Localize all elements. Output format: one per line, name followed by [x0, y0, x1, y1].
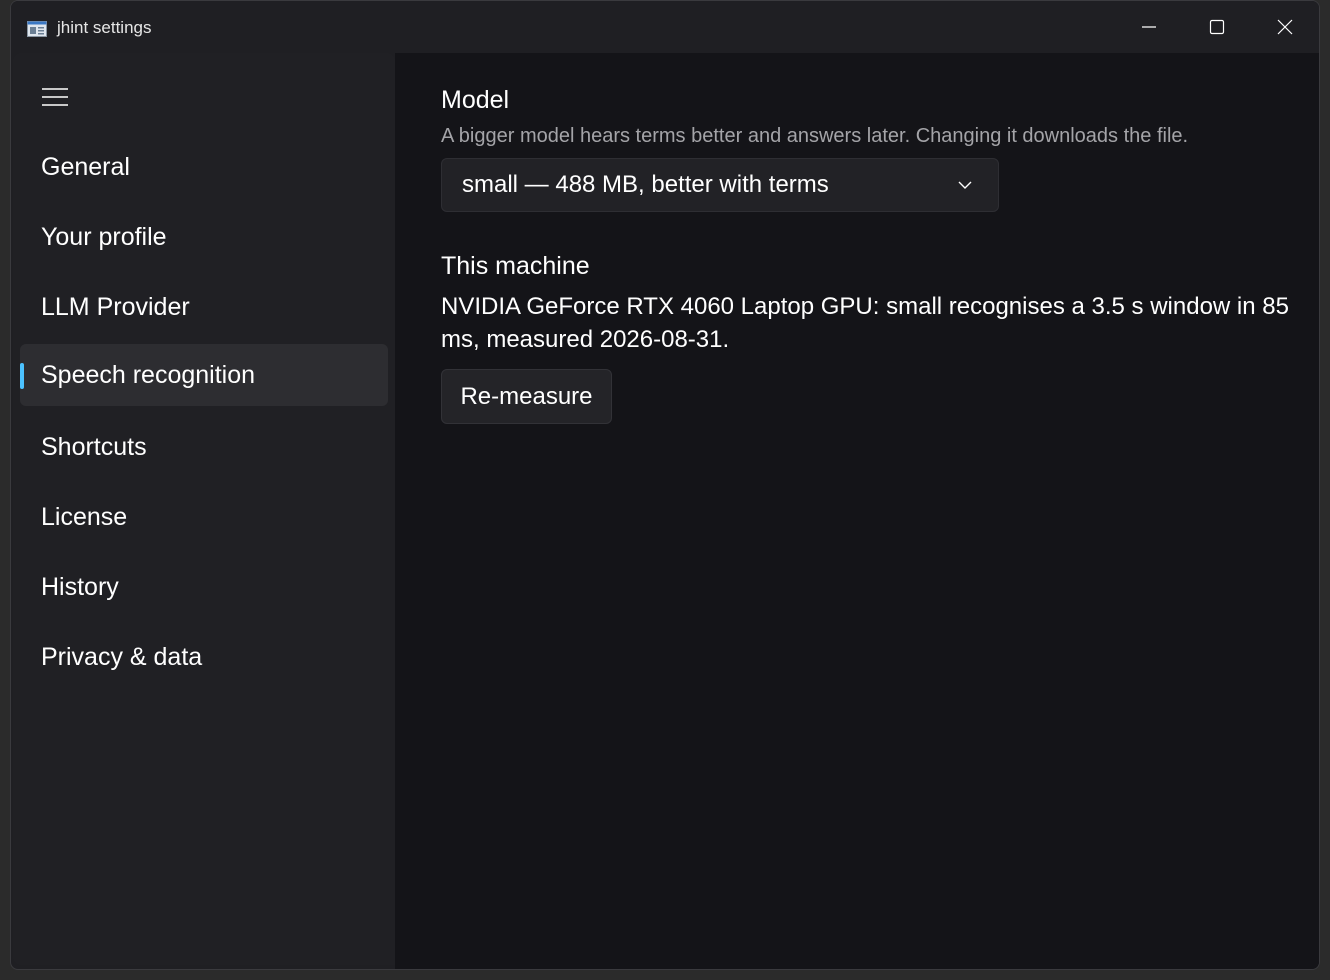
- close-button[interactable]: [1251, 1, 1319, 53]
- settings-window: jhint settings General Your profile LLM …: [10, 0, 1320, 970]
- nav-item-label: Privacy & data: [41, 642, 203, 671]
- nav-item-label: History: [41, 572, 119, 601]
- hamburger-menu-icon: [42, 88, 68, 106]
- title-bar[interactable]: jhint settings: [11, 1, 1319, 53]
- nav-item-license[interactable]: License: [20, 486, 388, 548]
- nav-item-history[interactable]: History: [20, 556, 388, 618]
- nav-item-your-profile[interactable]: Your profile: [20, 206, 388, 268]
- model-select[interactable]: small — 488 MB, better with terms: [441, 158, 999, 212]
- settings-content: Model A bigger model hears terms better …: [395, 53, 1319, 969]
- nav-item-shortcuts[interactable]: Shortcuts: [20, 416, 388, 478]
- nav-item-label: Shortcuts: [41, 432, 147, 461]
- settings-window-icon: [27, 21, 47, 37]
- window-title: jhint settings: [57, 18, 152, 37]
- menu-toggle-button[interactable]: [31, 79, 79, 115]
- close-icon: [1277, 19, 1293, 35]
- nav-item-label: LLM Provider: [41, 292, 190, 321]
- maximize-icon: [1209, 19, 1225, 35]
- chevron-down-icon: [958, 181, 972, 189]
- machine-benchmark-text: NVIDIA GeForce RTX 4060 Laptop GPU: smal…: [441, 293, 1289, 353]
- minimize-button[interactable]: [1115, 1, 1183, 53]
- nav-item-label: Speech recognition: [41, 360, 256, 389]
- model-section-title: Model: [441, 86, 510, 114]
- nav-item-label: General: [41, 152, 130, 181]
- model-description: A bigger model hears terms better and an…: [441, 125, 1189, 147]
- navigation-pane: General Your profile LLM Provider Speech…: [13, 53, 395, 965]
- machine-section-title: This machine: [441, 252, 590, 280]
- re-measure-button[interactable]: Re-measure: [441, 369, 612, 424]
- nav-item-label: Your profile: [41, 222, 167, 251]
- nav-item-speech-recognition[interactable]: Speech recognition: [20, 344, 388, 406]
- nav-item-label: License: [41, 502, 128, 531]
- maximize-button[interactable]: [1183, 1, 1251, 53]
- model-selected-value: small — 488 MB, better with terms: [462, 171, 829, 198]
- nav-item-privacy-data[interactable]: Privacy & data: [20, 626, 388, 688]
- minimize-icon: [1142, 26, 1156, 28]
- nav-item-general[interactable]: General: [20, 136, 388, 198]
- nav-item-llm-provider[interactable]: LLM Provider: [20, 276, 388, 338]
